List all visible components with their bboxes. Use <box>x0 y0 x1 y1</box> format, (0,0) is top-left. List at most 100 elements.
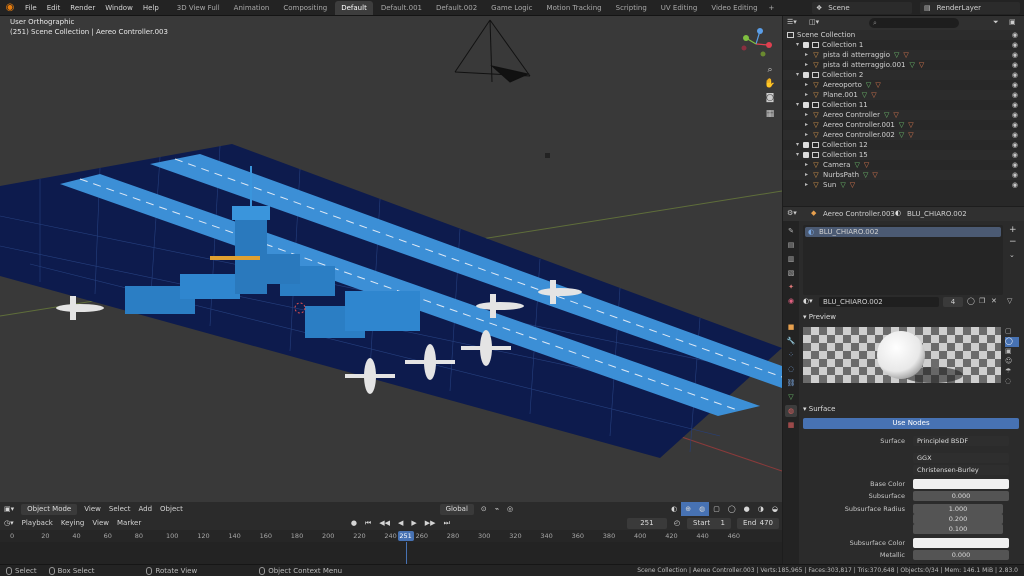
menu-object[interactable]: Object <box>156 502 187 516</box>
menu-add[interactable]: Add <box>134 502 156 516</box>
visibility-eye-icon[interactable]: ◉ <box>1012 140 1018 150</box>
mesh-data-icon[interactable]: ▽ <box>840 180 845 190</box>
exclude-checkbox[interactable] <box>803 102 809 108</box>
chevron-down-icon[interactable]: ▾ <box>796 140 803 150</box>
jump-end-icon[interactable]: ⏭ <box>440 516 454 530</box>
visibility-eye-icon[interactable]: ◉ <box>1012 100 1018 110</box>
mesh-data-icon[interactable]: ▽ <box>863 170 868 180</box>
mesh-data-icon[interactable]: ▽ <box>899 120 904 130</box>
menu-help[interactable]: Help <box>138 0 164 16</box>
tab-scripting[interactable]: Scripting <box>610 1 653 15</box>
outliner-object-row[interactable]: ▸ ▽ Plane.001 ▽ ▽ ◉ <box>783 90 1024 100</box>
material-breadcrumb[interactable]: BLU_CHIARO.002 <box>907 210 967 218</box>
chevron-right-icon[interactable]: ▸ <box>805 170 812 180</box>
render-tab-icon[interactable]: ▤ <box>785 239 797 251</box>
mesh-data-icon[interactable]: ▽ <box>854 160 859 170</box>
properties-panel[interactable]: ⚙▾ ◆ Aereo Controller.003 ◐ BLU_CHIARO.0… <box>783 207 1024 564</box>
visibility-eye-icon[interactable]: ◉ <box>1012 160 1018 170</box>
chevron-right-icon[interactable]: ▸ <box>805 60 812 70</box>
mesh-data-icon[interactable]: ▽ <box>894 50 899 60</box>
outliner-object-row[interactable]: ▸ ▽ Sun ▽ ▽ ◉ <box>783 180 1024 190</box>
modifier-tab-icon[interactable]: 🔧 <box>785 335 797 347</box>
material-icon[interactable]: ▽ <box>875 80 880 90</box>
grid-view-icon[interactable]: ▦ <box>764 108 776 120</box>
editor-type-icon[interactable]: ▣▾ <box>0 502 18 516</box>
prev-key-icon[interactable]: ◀◀ <box>375 516 394 530</box>
tab-motion-tracking[interactable]: Motion Tracking <box>541 1 608 15</box>
add-workspace-button[interactable]: + <box>765 4 779 12</box>
tab-uv-editing[interactable]: UV Editing <box>655 1 704 15</box>
jump-start-icon[interactable]: ⏮ <box>361 516 375 530</box>
outliner-collection-row[interactable]: ▾ Collection 15 ◉ <box>783 150 1024 160</box>
subsurface-radius-x[interactable]: 1.000 <box>913 504 1003 514</box>
material-name-field[interactable]: BLU_CHIARO.002 <box>819 297 939 307</box>
visibility-eye-icon[interactable]: ◉ <box>1012 180 1018 190</box>
slot-menu-icon[interactable]: ⌄ <box>1009 251 1015 259</box>
menu-keying[interactable]: Keying <box>57 516 89 530</box>
render-layer-selector[interactable]: ▤ RenderLayer <box>920 2 1020 14</box>
visibility-icon[interactable]: ◐ <box>667 502 681 516</box>
outliner-object-row[interactable]: ▸ ▽ Aereo Controller.002 ▽ ▽ ◉ <box>783 130 1024 140</box>
gizmo-toggle-icon[interactable]: ⊕ <box>681 502 696 516</box>
chevron-right-icon[interactable]: ▸ <box>805 110 812 120</box>
shading-solid-icon[interactable]: ● <box>740 502 754 516</box>
play-reverse-icon[interactable]: ◀ <box>394 516 407 530</box>
base-color-swatch[interactable] <box>913 479 1009 489</box>
shading-wireframe-icon[interactable]: ◯ <box>724 502 740 516</box>
outliner-collection-row[interactable]: ▾ Collection 2 ◉ <box>783 70 1024 80</box>
new-collection-icon[interactable]: ▣ <box>1009 18 1016 26</box>
tab-default-001[interactable]: Default.001 <box>375 1 428 15</box>
metallic-field[interactable]: 0.000 <box>913 550 1009 560</box>
outliner-object-row[interactable]: ▸ ▽ pista di atterraggio ▽ ▽ ◉ <box>783 50 1024 60</box>
link-icon[interactable]: ▽ <box>1007 297 1012 305</box>
tab-video-editing[interactable]: Video Editing <box>705 1 763 15</box>
tab-3d-view-full[interactable]: 3D View Full <box>171 1 226 15</box>
chevron-right-icon[interactable]: ▸ <box>805 160 812 170</box>
record-icon[interactable]: ● <box>347 516 361 530</box>
scene-tab-icon[interactable]: ✦ <box>785 281 797 293</box>
duplicate-icon[interactable]: ❐ <box>979 297 985 305</box>
tab-game-logic[interactable]: Game Logic <box>485 1 538 15</box>
visibility-eye-icon[interactable]: ◉ <box>1012 110 1018 120</box>
object-mode-dropdown[interactable]: Object Mode <box>21 503 78 515</box>
material-slot[interactable]: ◐ BLU_CHIARO.002 <box>805 227 1001 237</box>
distribution-dropdown[interactable]: GGX <box>913 453 1009 463</box>
outliner-panel[interactable]: ☰▾ ◫▾ ⌕ ⏷ ▣ Scene Collection ◉ ▾ Collection… <box>783 16 1024 206</box>
visibility-eye-icon[interactable]: ◉ <box>1012 80 1018 90</box>
data-tab-icon[interactable]: ▽ <box>785 391 797 403</box>
visibility-eye-icon[interactable]: ◉ <box>1012 130 1018 140</box>
outliner-object-row[interactable]: ▸ ▽ Camera ▽ ▽ ◉ <box>783 160 1024 170</box>
orientation-dropdown[interactable]: Global <box>439 503 474 515</box>
visibility-eye-icon[interactable]: ◉ <box>1012 60 1018 70</box>
proportional-edit-icon[interactable]: ◎ <box>503 502 517 516</box>
menu-select[interactable]: Select <box>105 502 135 516</box>
camera-object[interactable] <box>454 19 531 83</box>
overlay-toggle-icon[interactable]: ◍ <box>695 502 710 516</box>
material-icon[interactable]: ▽ <box>871 90 876 100</box>
remove-slot-button[interactable]: − <box>1009 237 1017 247</box>
preview-panel-header[interactable]: ▾ Preview <box>803 313 836 321</box>
outliner-editor-icon[interactable]: ☰▾ <box>787 18 797 26</box>
menu-render[interactable]: Render <box>65 0 100 16</box>
visibility-eye-icon[interactable]: ◉ <box>1012 50 1018 60</box>
user-count[interactable]: 4 <box>943 297 963 307</box>
material-icon[interactable]: ▽ <box>903 50 908 60</box>
outliner-search-input[interactable]: ⌕ <box>869 18 959 28</box>
material-icon[interactable]: ▽ <box>872 170 877 180</box>
menu-file[interactable]: File <box>20 0 42 16</box>
snap-icon[interactable]: ⌁ <box>491 502 503 516</box>
sun-lamp[interactable] <box>545 153 550 158</box>
outliner-collection-row[interactable]: ▾ Collection 11 ◉ <box>783 100 1024 110</box>
current-frame-field[interactable]: 251 <box>626 517 667 529</box>
timeline-ruler[interactable]: 0 20 40 60 80 100 120 140 160 180 200 220 240 260 280 3… <box>0 530 782 542</box>
timeline-editor-icon[interactable]: ◷▾ <box>0 516 18 530</box>
menu-timeline-view[interactable]: View <box>88 516 113 530</box>
preview-flat-icon[interactable]: ▢ <box>1005 327 1019 337</box>
subsurface-method-dropdown[interactable]: Christensen-Burley <box>913 465 1009 475</box>
menu-marker[interactable]: Marker <box>113 516 145 530</box>
pan-hand-icon[interactable]: ✋ <box>764 78 776 90</box>
outliner-object-row[interactable]: ▸ ▽ Aereoporto ▽ ▽ ◉ <box>783 80 1024 90</box>
menu-edit[interactable]: Edit <box>42 0 66 16</box>
material-icon[interactable]: ▽ <box>850 180 855 190</box>
unlink-icon[interactable]: ✕ <box>991 297 997 305</box>
